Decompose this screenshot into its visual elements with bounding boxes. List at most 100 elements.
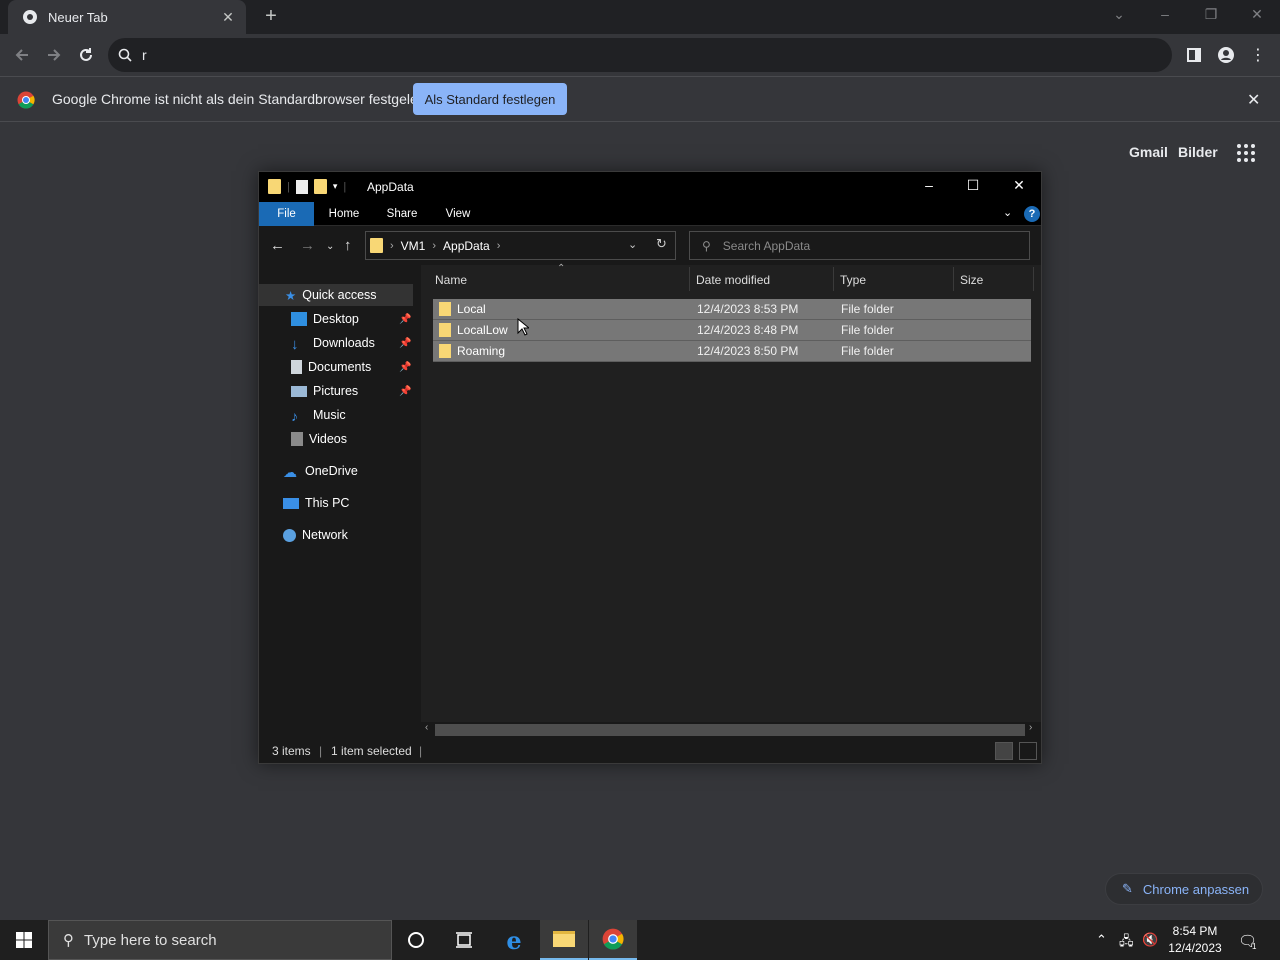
breadcrumb-vm1[interactable]: VM1 [401, 239, 426, 253]
system-clock[interactable]: 8:54 PM 12/4/2023 [1160, 923, 1230, 957]
nav-network[interactable]: Network [283, 524, 348, 546]
customize-chrome-button[interactable]: ✎ Chrome anpassen [1105, 873, 1263, 905]
sort-ascending-icon: ⌃ [557, 263, 566, 274]
address-dropdown-icon[interactable]: ⌄ [628, 238, 637, 251]
pencil-icon: ✎ [1122, 881, 1133, 896]
customize-label: Chrome anpassen [1142, 881, 1250, 897]
ribbon-tab-view[interactable]: View [433, 202, 483, 226]
customize-qa-icon[interactable]: ▾ [333, 181, 338, 192]
minimize-icon[interactable]: – [1155, 6, 1175, 22]
ribbon-tab-home[interactable]: Home [319, 202, 369, 226]
notification-count: 1 [1252, 942, 1257, 951]
nav-onedrive[interactable]: ☁ OneDrive [283, 460, 358, 482]
close-tab-icon[interactable]: ✕ [220, 9, 236, 26]
set-default-button[interactable]: Als Standard festlegen [413, 83, 567, 115]
search-icon [118, 48, 132, 62]
row-name: Local [457, 302, 486, 316]
nav-label: Downloads [313, 336, 375, 350]
apps-grid-icon[interactable] [1237, 144, 1255, 162]
forward-icon[interactable] [41, 42, 67, 68]
explorer-forward-icon[interactable]: → [300, 237, 315, 254]
close-infobar-icon[interactable]: ✕ [1247, 90, 1260, 110]
windows-start-icon[interactable] [0, 920, 48, 960]
column-type[interactable]: Type [840, 273, 866, 287]
restore-icon[interactable]: ❐ [1201, 6, 1221, 23]
reload-icon[interactable] [73, 42, 99, 68]
column-size[interactable]: Size [960, 273, 983, 287]
explorer-back-icon[interactable]: ← [270, 237, 285, 254]
nav-label: Music [313, 408, 346, 422]
explorer-address-bar[interactable]: › VM1 › AppData › ⌄ ↻ [365, 231, 676, 260]
network-icon [283, 528, 296, 542]
nav-quick-access[interactable]: ★ Quick access [259, 284, 413, 306]
refresh-icon[interactable]: ↻ [656, 236, 667, 252]
explorer-close-icon[interactable]: ✕ [1009, 177, 1029, 194]
explorer-search-input[interactable]: ⚲ Search AppData [689, 231, 1030, 260]
taskbar-search-input[interactable]: ⚲ Type here to search [48, 920, 392, 960]
file-explorer-window: | ▾ | AppData – ☐ ✕ File Home Share View… [258, 171, 1042, 764]
large-icons-view-icon[interactable] [1019, 742, 1037, 760]
explorer-minimize-icon[interactable]: – [919, 177, 939, 193]
taskbar-search-placeholder: Type here to search [84, 931, 217, 949]
nav-desktop[interactable]: Desktop [291, 308, 359, 330]
details-view-icon[interactable] [995, 742, 1013, 760]
cortana-icon[interactable] [392, 920, 440, 960]
breadcrumb-appdata[interactable]: AppData [443, 239, 490, 253]
scroll-right-icon[interactable]: › [1029, 722, 1032, 733]
nav-music[interactable]: ♪ Music [291, 404, 346, 426]
profile-icon[interactable] [1214, 43, 1238, 67]
close-window-icon[interactable]: ✕ [1247, 6, 1267, 23]
status-bar: 3 items | 1 item selected | [259, 739, 1041, 763]
table-row[interactable]: Local 12/4/2023 8:53 PM File folder [433, 299, 1031, 320]
row-type: File folder [841, 344, 894, 358]
task-view-icon[interactable] [440, 920, 488, 960]
file-explorer-taskbar-icon[interactable] [540, 920, 588, 960]
selection-count: 1 item selected [331, 744, 412, 758]
scrollbar-thumb[interactable] [435, 724, 1025, 736]
tab-neuer-tab[interactable]: Neuer Tab ✕ [8, 0, 246, 34]
images-link[interactable]: Bilder [1178, 144, 1218, 160]
nav-videos[interactable]: Videos [291, 428, 347, 450]
ribbon-tab-share[interactable]: Share [377, 202, 427, 226]
address-bar[interactable]: r [108, 38, 1172, 72]
gmail-link[interactable]: Gmail [1129, 144, 1168, 160]
ribbon-tab-file[interactable]: File [259, 202, 314, 226]
expand-ribbon-icon[interactable]: ⌄ [1003, 206, 1012, 219]
properties-icon[interactable] [295, 179, 308, 194]
new-tab-button[interactable]: + [260, 6, 282, 28]
volume-muted-icon[interactable]: 🔇 [1142, 932, 1158, 948]
chrome-logo-icon [17, 91, 35, 109]
nav-documents[interactable]: Documents [291, 356, 371, 378]
back-icon[interactable] [9, 42, 35, 68]
column-name[interactable]: Name [435, 273, 467, 287]
horizontal-scrollbar[interactable]: ‹ › [421, 722, 1041, 738]
folder-icon [268, 179, 281, 194]
scroll-left-icon[interactable]: ‹ [425, 722, 428, 733]
nav-this-pc[interactable]: This PC [283, 492, 349, 514]
help-icon[interactable]: ? [1024, 206, 1040, 222]
search-icon: ⚲ [702, 238, 711, 253]
menu-icon[interactable]: ⋮ [1246, 43, 1270, 67]
pin-icon: 📌 [399, 386, 412, 397]
column-date-modified[interactable]: Date modified [696, 273, 770, 287]
chrome-taskbar-icon[interactable] [589, 920, 637, 960]
side-panel-icon[interactable] [1182, 43, 1206, 67]
nav-pictures[interactable]: Pictures [291, 380, 358, 402]
download-icon: ↓ [291, 336, 299, 353]
up-icon[interactable]: ↑ [344, 237, 352, 254]
recent-locations-icon[interactable]: ⌄ [326, 241, 334, 252]
pin-icon: 📌 [399, 362, 412, 373]
tab-search-icon[interactable]: ⌄ [1109, 6, 1129, 23]
edge-icon[interactable]: e [490, 920, 538, 960]
nav-label: OneDrive [305, 464, 358, 478]
show-hidden-icons-icon[interactable]: ⌃ [1096, 932, 1107, 948]
network-tray-icon[interactable]: 🖧 [1119, 932, 1134, 954]
item-count: 3 items [272, 744, 311, 758]
new-folder-icon[interactable] [313, 179, 327, 194]
table-row[interactable]: Roaming 12/4/2023 8:50 PM File folder [433, 341, 1031, 362]
nav-label: This PC [305, 496, 350, 510]
nav-downloads[interactable]: ↓ Downloads [291, 332, 375, 354]
row-type: File folder [841, 302, 894, 316]
row-name: Roaming [457, 344, 506, 358]
explorer-maximize-icon[interactable]: ☐ [963, 177, 983, 194]
